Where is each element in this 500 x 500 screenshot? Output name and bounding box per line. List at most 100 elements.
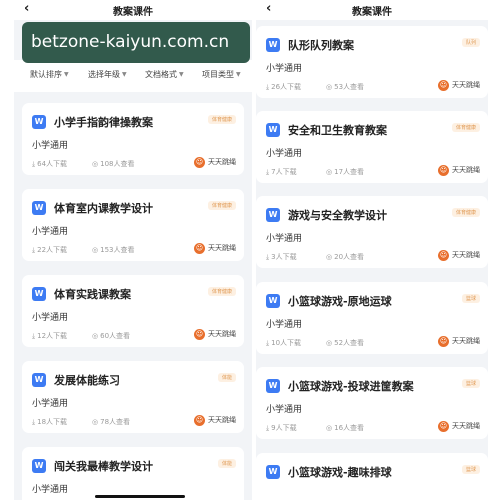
author-avatar-icon: ☺ [194, 414, 205, 426]
author[interactable]: ☺ 天天跳绳 [438, 335, 480, 347]
word-document-icon: W [32, 201, 46, 215]
word-document-icon: W [32, 459, 46, 473]
word-document-icon: W [266, 38, 280, 52]
download-icon: ⤓ [266, 339, 270, 347]
card-title: 体育室内课教学设计 [54, 202, 153, 215]
card-subtitle: 小学通用 [32, 313, 69, 323]
filter-type[interactable]: 项目类型 ▼ [202, 69, 241, 80]
eye-icon: ◎ [92, 246, 99, 254]
list-item[interactable]: W 小篮球游戏-投球进筐教案 篮球 小学通用 ⤓ 9人下载 ◎ 16人查看 ☺ 天天跳… [256, 367, 488, 439]
download-count: ⤓ 64人下载 [32, 159, 67, 169]
download-count: ⤓ 26人下载 [266, 82, 301, 92]
category-tag: 体育健康 [207, 115, 236, 124]
list-item[interactable]: W 体育室内课教学设计 体育健康 小学通用 ⤓ 22人下载 ◎ 153人查看 ☺ 天天… [22, 189, 244, 261]
eye-icon: ◎ [92, 418, 99, 426]
list-item[interactable]: W 队形队列教案 队列 小学通用 ⤓ 26人下载 ◎ 53人查看 ☺ 天天跳绳 [256, 26, 488, 98]
filter-format[interactable]: 文档格式 ▼ [145, 69, 184, 80]
view-count: ◎ 108人查看 [92, 159, 134, 169]
card-subtitle: 小学通用 [32, 141, 69, 151]
download-count-text: 26人下载 [271, 83, 302, 91]
card-subtitle: 小学通用 [32, 485, 69, 495]
chevron-down-icon: ▼ [64, 71, 69, 78]
download-count-text: 22人下载 [37, 246, 68, 254]
card-subtitle: 小学通用 [266, 149, 303, 159]
author[interactable]: ☺ 天天跳绳 [194, 242, 236, 254]
download-count-text: 7人下载 [271, 168, 297, 176]
list-item[interactable]: W 小篮球游戏-原地运球 篮球 小学通用 ⤓ 10人下载 ◎ 52人查看 ☺ 天天跳绳 [256, 282, 488, 354]
list-item[interactable]: W 小学手指韵律操教案 体育健康 小学通用 ⤓ 64人下载 ◎ 108人查看 ☺ 天天… [22, 103, 244, 175]
list-item[interactable]: W 安全和卫生教育教案 体育健康 小学通用 ⤓ 7人下载 ◎ 17人查看 ☺ 天天跳绳 [256, 111, 488, 183]
category-tag: 体育健康 [207, 201, 236, 210]
author[interactable]: ☺ 天天跳绳 [438, 79, 480, 91]
author[interactable]: ☺ 天天跳绳 [438, 164, 480, 176]
left-screen: ‹ 教案课件 默认排序 ▼ 选择年级 ▼ 文档格式 ▼ 项目类型 ▼ W 小学手指韵律操… [14, 0, 252, 500]
author[interactable]: ☺ 天天跳绳 [438, 249, 480, 261]
right-top-bar: ‹ 教案课件 [256, 0, 488, 20]
right-screen: ‹ 教案课件 W 队形队列教案 队列 小学通用 ⤓ 26人下载 ◎ 53人查看 ☺ 天… [256, 0, 488, 500]
card-title: 小学手指韵律操教案 [54, 116, 153, 129]
download-count: ⤓ 12人下载 [32, 331, 67, 341]
right-page-title: 教案课件 [352, 7, 392, 18]
left-page-title: 教案课件 [113, 7, 153, 18]
home-indicator[interactable] [95, 495, 185, 498]
download-icon: ⤓ [266, 168, 270, 176]
view-count-text: 20人查看 [334, 253, 365, 261]
author-name: 天天跳绳 [208, 330, 236, 338]
category-tag: 篮球 [461, 465, 480, 474]
filter-bar: 默认排序 ▼ 选择年级 ▼ 文档格式 ▼ 项目类型 ▼ [14, 60, 252, 92]
filter-grade-label: 选择年级 [88, 70, 120, 79]
author-name: 天天跳绳 [452, 81, 480, 89]
download-count-text: 12人下载 [37, 332, 68, 340]
eye-icon: ◎ [326, 83, 333, 91]
card-title: 小篮球游戏-趣味排球 [288, 466, 392, 479]
card-title: 安全和卫生教育教案 [288, 124, 387, 137]
list-item[interactable]: W 发展体能练习 体能 小学通用 ⤓ 18人下载 ◎ 78人查看 ☺ 天天跳绳 [22, 361, 244, 433]
filter-format-label: 文档格式 [145, 70, 177, 79]
list-item[interactable]: W 游戏与安全教学设计 体育健康 小学通用 ⤓ 3人下载 ◎ 20人查看 ☺ 天天跳绳 [256, 196, 488, 268]
word-document-icon: W [32, 287, 46, 301]
list-item[interactable]: W 小篮球游戏-趣味排球 篮球 [256, 453, 488, 500]
category-tag: 篮球 [461, 294, 480, 303]
eye-icon: ◎ [326, 424, 333, 432]
download-count-text: 9人下载 [271, 424, 297, 432]
category-tag: 体育健康 [451, 208, 480, 217]
filter-sort[interactable]: 默认排序 ▼ [30, 69, 69, 80]
card-subtitle: 小学通用 [266, 320, 303, 330]
word-document-icon: W [266, 294, 280, 308]
list-item[interactable]: W 闯关我最棒教学设计 体能 小学通用 [22, 447, 244, 500]
filter-grade[interactable]: 选择年级 ▼ [88, 69, 127, 80]
author-avatar-icon: ☺ [194, 242, 205, 254]
view-count: ◎ 53人查看 [326, 82, 364, 92]
download-icon: ⤓ [266, 83, 270, 91]
author-name: 天天跳绳 [452, 251, 480, 259]
download-icon: ⤓ [32, 160, 36, 168]
card-subtitle: 小学通用 [266, 234, 303, 244]
view-count-text: 53人查看 [334, 83, 365, 91]
category-tag: 体育健康 [451, 123, 480, 132]
author-name: 天天跳绳 [452, 166, 480, 174]
category-tag: 体育健康 [207, 287, 236, 296]
view-count-text: 108人查看 [100, 160, 135, 168]
download-icon: ⤓ [266, 253, 270, 261]
list-item[interactable]: W 体育实践课教案 体育健康 小学通用 ⤓ 12人下载 ◎ 60人查看 ☺ 天天跳绳 [22, 275, 244, 347]
author[interactable]: ☺ 天天跳绳 [194, 414, 236, 426]
download-count: ⤓ 22人下载 [32, 245, 67, 255]
card-title: 小篮球游戏-投球进筐教案 [288, 380, 414, 393]
eye-icon: ◎ [92, 332, 99, 340]
filter-sort-label: 默认排序 [30, 70, 62, 79]
author-avatar-icon: ☺ [438, 249, 449, 261]
card-title: 闯关我最棒教学设计 [54, 460, 153, 473]
card-title: 发展体能练习 [54, 374, 120, 387]
author[interactable]: ☺ 天天跳绳 [194, 156, 236, 168]
chevron-down-icon: ▼ [122, 71, 127, 78]
view-count-text: 16人查看 [334, 424, 365, 432]
download-count: ⤓ 3人下载 [266, 252, 297, 262]
download-icon: ⤓ [32, 418, 36, 426]
author[interactable]: ☺ 天天跳绳 [194, 328, 236, 340]
eye-icon: ◎ [326, 168, 333, 176]
word-document-icon: W [266, 465, 280, 479]
eye-icon: ◎ [92, 160, 99, 168]
author-avatar-icon: ☺ [194, 328, 205, 340]
filter-type-label: 项目类型 [202, 70, 234, 79]
author[interactable]: ☺ 天天跳绳 [438, 420, 480, 432]
